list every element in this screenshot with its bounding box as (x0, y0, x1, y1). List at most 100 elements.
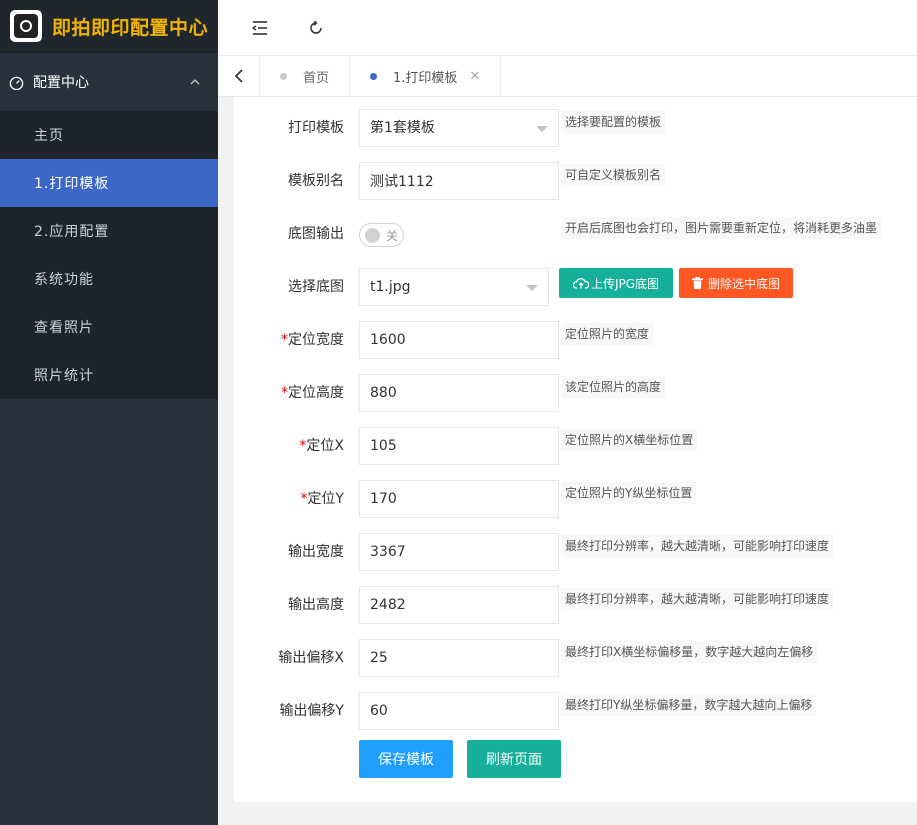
sidebar-item-label: 主页 (34, 128, 64, 144)
chevron-up-icon (190, 79, 200, 85)
out-offset-y-input[interactable] (359, 692, 559, 730)
pos-width-input[interactable] (359, 321, 559, 359)
sidebar-item-label: 查看照片 (34, 320, 94, 336)
refresh-icon (310, 21, 322, 34)
field-hint: 开启后底图也会打印，图片需要重新定位，将消耗更多油墨 (561, 217, 882, 239)
out-offset-x-input[interactable] (359, 639, 559, 677)
toggle-knob (365, 228, 380, 243)
tab-label: 首页 (303, 70, 330, 86)
sidebar-item-app-config[interactable]: 2.应用配置 (0, 207, 218, 255)
main-form-panel: 打印模板 第1套模板 选择要配置的模板 模板别名 可自定义模板别名 底图输出 关… (234, 97, 917, 802)
trash-icon (691, 277, 703, 289)
form-row-out-offset-x: 输出偏移X 最终打印X横坐标偏移量，数字越大越向左偏移 (234, 639, 917, 677)
field-hint: 定位照片的宽度 (561, 323, 654, 345)
form-row-pos-y: *定位Y 定位照片的Y纵坐标位置 (234, 480, 917, 518)
alias-input[interactable] (359, 162, 559, 200)
form-row-template: 打印模板 第1套模板 选择要配置的模板 (234, 109, 917, 147)
button-label: 保存模板 (378, 752, 434, 768)
tab-home[interactable]: 首页 (260, 56, 351, 96)
template-select[interactable]: 第1套模板 (359, 109, 559, 147)
refresh-button[interactable] (302, 14, 330, 42)
refresh-page-button[interactable]: 刷新页面 (467, 740, 561, 778)
tab-bar: 首页 1.打印模板 ✕ (218, 56, 917, 97)
app-title: 即拍即印配置中心 (52, 16, 209, 39)
field-label: 底图输出 (288, 226, 344, 242)
field-hint: 定位照片的X横坐标位置 (561, 429, 698, 451)
out-width-input[interactable] (359, 533, 559, 571)
sidebar-item-system[interactable]: 系统功能 (0, 255, 218, 303)
sidebar-item-label: 系统功能 (34, 272, 94, 288)
camera-logo-icon (10, 10, 42, 42)
field-hint: 最终打印分辨率，越大越清晰，可能影响打印速度 (561, 588, 834, 610)
form-row-out-width: 输出宽度 最终打印分辨率，越大越清晰，可能影响打印速度 (234, 533, 917, 571)
field-label: *定位高度 (281, 385, 344, 401)
close-icon[interactable]: ✕ (469, 69, 480, 84)
save-template-button[interactable]: 保存模板 (359, 740, 453, 778)
form-row-pos-x: *定位X 定位照片的X横坐标位置 (234, 427, 917, 465)
indent-icon (252, 21, 267, 35)
pos-x-input[interactable] (359, 427, 559, 465)
cloud-upload-icon (572, 278, 589, 289)
button-label: 上传JPG底图 (590, 276, 660, 291)
form-row-alias: 模板别名 可自定义模板别名 (234, 162, 917, 200)
field-hint: 选择要配置的模板 (561, 111, 666, 133)
form-row-bg-image: 选择底图 t1.jpg 上传JPG底图 删除选中底图 (234, 268, 917, 306)
field-label: *定位Y (300, 491, 344, 507)
tab-print-template[interactable]: 1.打印模板 ✕ (350, 56, 502, 96)
sidebar-item-label: 照片统计 (34, 368, 94, 384)
top-header (218, 0, 917, 56)
pos-y-input[interactable] (359, 480, 559, 518)
menu-group-config-center[interactable]: 配置中心 (0, 53, 218, 111)
field-hint: 可自定义模板别名 (561, 164, 666, 186)
button-label: 刷新页面 (486, 752, 542, 768)
sidebar-item-label: 2.应用配置 (34, 224, 110, 240)
sidebar-item-home[interactable]: 主页 (0, 111, 218, 159)
dropdown-arrow-icon (526, 285, 538, 291)
field-label: 输出高度 (288, 597, 344, 613)
sidebar-item-print-template[interactable]: 1.打印模板 (0, 159, 218, 207)
field-label: *定位宽度 (281, 332, 344, 348)
field-hint: 最终打印分辨率，越大越清晰，可能影响打印速度 (561, 535, 834, 557)
field-hint: 最终打印X横坐标偏移量，数字越大越向左偏移 (561, 641, 818, 663)
menu-group-label: 配置中心 (33, 75, 89, 91)
field-label: 选择底图 (288, 279, 344, 295)
tab-dot-icon (280, 72, 287, 80)
field-label: *定位X (299, 438, 344, 454)
pos-height-input[interactable] (359, 374, 559, 412)
collapse-menu-button[interactable] (246, 14, 274, 42)
chevron-left-icon (234, 69, 243, 83)
field-hint: 该定位照片的高度 (561, 376, 666, 398)
button-label: 删除选中底图 (707, 276, 780, 291)
form-row-pos-height: *定位高度 该定位照片的高度 (234, 374, 917, 412)
tab-dot-icon (370, 72, 378, 80)
select-value: 第1套模板 (370, 120, 435, 136)
select-value: t1.jpg (370, 279, 411, 295)
form-row-out-height: 输出高度 最终打印分辨率，越大越清晰，可能影响打印速度 (234, 586, 917, 624)
field-hint: 定位照片的Y纵坐标位置 (561, 482, 697, 504)
bg-image-select[interactable]: t1.jpg (359, 268, 549, 306)
out-height-input[interactable] (359, 586, 559, 624)
app-logo[interactable]: 即拍即印配置中心 (0, 0, 218, 53)
field-label: 输出宽度 (288, 544, 344, 560)
submenu: 主页 1.打印模板 2.应用配置 系统功能 查看照片 照片统计 (0, 111, 218, 399)
form-row-pos-width: *定位宽度 定位照片的宽度 (234, 321, 917, 359)
field-label: 输出偏移Y (279, 703, 344, 719)
delete-bg-button[interactable]: 删除选中底图 (679, 268, 793, 298)
field-hint: 最终打印Y纵坐标偏移量，数字越大越向上偏移 (561, 694, 817, 716)
toggle-text: 关 (386, 229, 399, 243)
sidebar-item-label: 1.打印模板 (34, 176, 110, 192)
tab-label: 1.打印模板 (393, 70, 458, 86)
bg-output-toggle[interactable]: 关 (359, 223, 404, 247)
sidebar-item-photos[interactable]: 查看照片 (0, 303, 218, 351)
sidebar-item-stats[interactable]: 照片统计 (0, 351, 218, 399)
form-row-out-offset-y: 输出偏移Y 最终打印Y纵坐标偏移量，数字越大越向上偏移 (234, 692, 917, 730)
field-label: 打印模板 (288, 120, 344, 136)
upload-jpg-button[interactable]: 上传JPG底图 (559, 268, 673, 298)
field-label: 输出偏移X (278, 650, 344, 666)
tab-scroll-left-button[interactable] (218, 56, 260, 96)
sidebar: 即拍即印配置中心 配置中心 主页 1.打印模板 2.应用配置 系统功能 查看照片… (0, 0, 218, 825)
form-row-bg-output: 底图输出 关 开启后底图也会打印，图片需要重新定位，将消耗更多油墨 (234, 215, 917, 253)
field-label: 模板别名 (288, 173, 344, 189)
dashboard-icon (9, 76, 24, 90)
dropdown-arrow-icon (536, 126, 548, 132)
